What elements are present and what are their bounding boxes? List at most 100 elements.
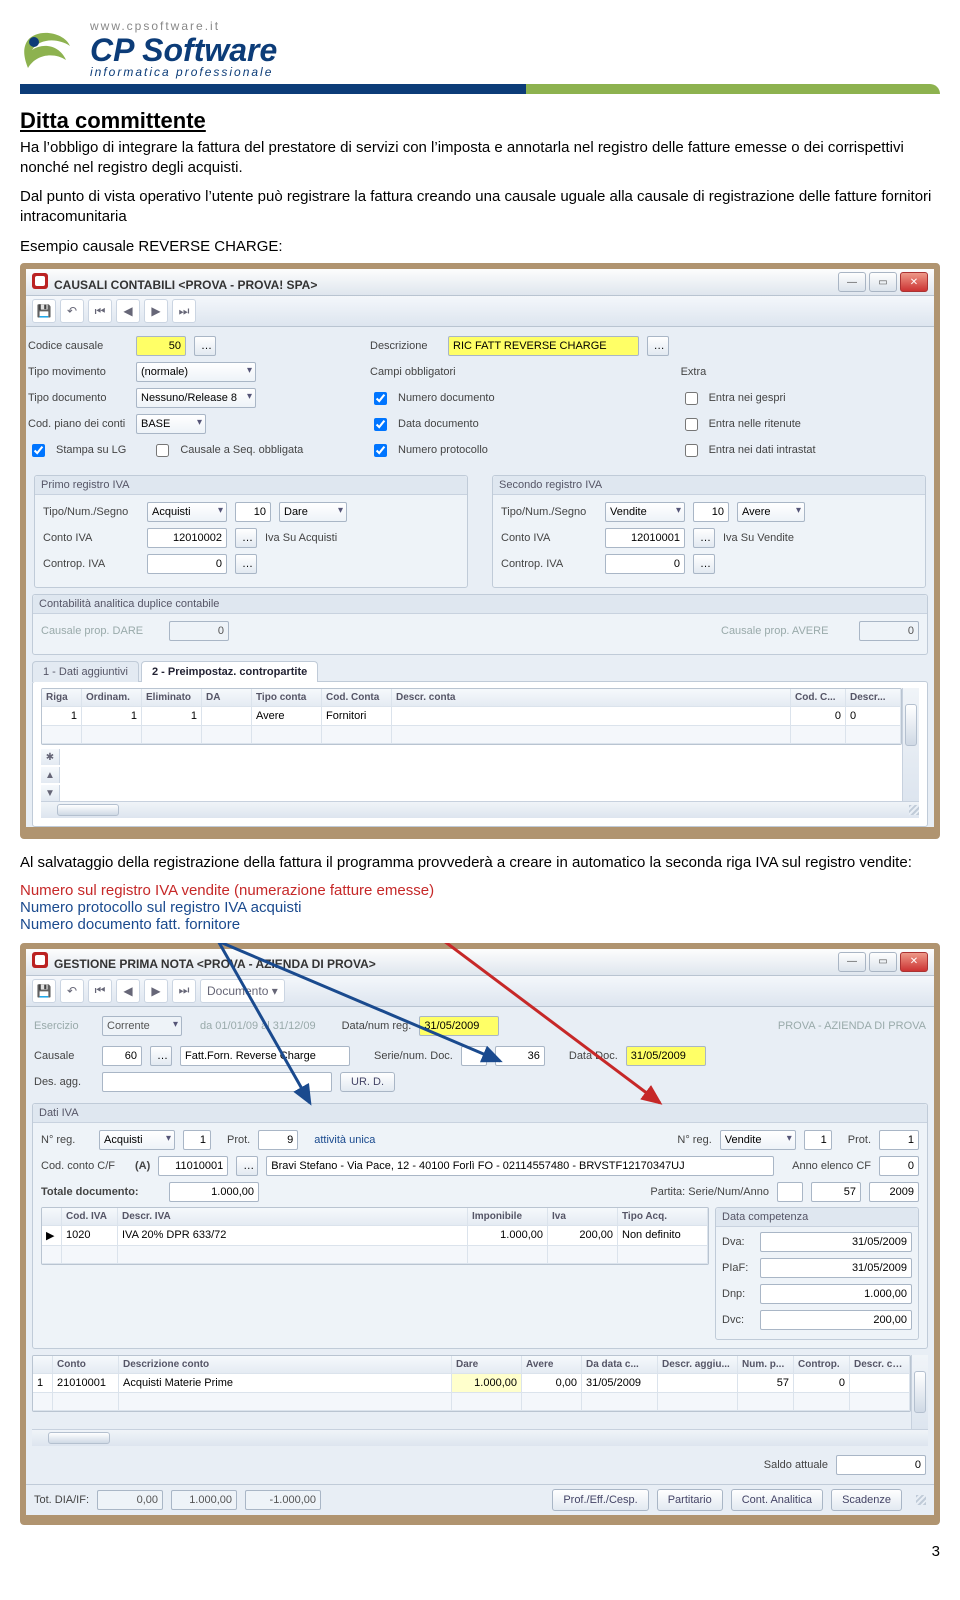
chk-entra-rit[interactable] xyxy=(685,418,698,431)
iva-grid-row[interactable]: ▶1020IVA 20% DPR 633/721.000,00200,00Non… xyxy=(42,1226,708,1246)
nreg-tipo-select[interactable] xyxy=(99,1130,175,1150)
toolbar-next-icon-2[interactable]: ▶ xyxy=(144,979,168,1003)
chk-num-prot[interactable] xyxy=(374,444,387,457)
anagrafica-input[interactable] xyxy=(266,1156,774,1176)
dnp-input[interactable] xyxy=(760,1284,912,1304)
grid-btn-down[interactable]: ▼ xyxy=(41,785,60,801)
chk-entra-intra[interactable] xyxy=(685,444,698,457)
data-reg-input[interactable] xyxy=(419,1016,499,1036)
toolbar-documento-menu[interactable]: Documento ▾ xyxy=(200,979,285,1003)
grid-btn-add[interactable]: ✱ xyxy=(41,749,60,765)
sec-segno-select[interactable] xyxy=(737,502,805,522)
conti-grid-row[interactable]: 121010001Acquisti Materie Prime1.000,000… xyxy=(33,1374,910,1393)
tab-preimpostaz[interactable]: 2 - Preimpostaz. contropartite xyxy=(141,661,318,682)
cod-piano-select[interactable] xyxy=(136,414,206,434)
btn-cont-analitica[interactable]: Cont. Analitica xyxy=(731,1489,823,1511)
close-button[interactable]: ✕ xyxy=(900,272,928,292)
primo-segno-select[interactable] xyxy=(279,502,347,522)
btn-prof-eff-cesp[interactable]: Prof./Eff./Cesp. xyxy=(552,1489,648,1511)
sec-num-input[interactable] xyxy=(693,502,729,522)
scrollbar-vertical-2[interactable] xyxy=(911,1355,928,1429)
chk-entra-gespri[interactable] xyxy=(685,392,698,405)
chk-data-doc[interactable] xyxy=(374,418,387,431)
codice-causale-lookup[interactable]: … xyxy=(194,336,216,356)
nreg-n-input[interactable] xyxy=(183,1130,211,1150)
toolbar-last-icon[interactable]: ⏭ xyxy=(172,299,196,323)
toolbar-save-icon-2[interactable]: 💾 xyxy=(32,979,56,1003)
primo-conto-lookup[interactable]: … xyxy=(235,528,257,548)
primo-num-input[interactable] xyxy=(235,502,271,522)
iva-grid-row-empty[interactable] xyxy=(42,1246,708,1264)
primo-controp-input[interactable] xyxy=(147,554,227,574)
toolbar-last-icon-2[interactable]: ⏭ xyxy=(172,979,196,1003)
saldo-input[interactable] xyxy=(836,1455,926,1475)
prot2-input[interactable] xyxy=(879,1130,919,1150)
conti-grid-row-empty[interactable] xyxy=(33,1393,910,1411)
chk-causale-seq[interactable] xyxy=(156,444,169,457)
sec-conto-input[interactable] xyxy=(605,528,685,548)
toolbar-save-icon[interactable]: 💾 xyxy=(32,299,56,323)
grid-row-empty[interactable] xyxy=(42,726,901,744)
toolbar-first-icon[interactable]: ⏮ xyxy=(88,299,112,323)
tab-dati-aggiuntivi[interactable]: 1 - Dati aggiuntivi xyxy=(32,661,139,682)
toolbar-prev-icon[interactable]: ◀ xyxy=(116,299,140,323)
nreg2-n-input[interactable] xyxy=(804,1130,832,1150)
urd-button[interactable]: UR. D. xyxy=(340,1072,395,1092)
sec-tipo-select[interactable] xyxy=(605,502,685,522)
primo-tipo-select[interactable] xyxy=(147,502,227,522)
toolbar-prev-icon-2[interactable]: ◀ xyxy=(116,979,140,1003)
totale-input[interactable] xyxy=(169,1182,259,1202)
maximize-button-2[interactable]: ▭ xyxy=(869,952,897,972)
scrollbar-horizontal-2[interactable] xyxy=(32,1429,928,1446)
grid-btn-up[interactable]: ▲ xyxy=(41,767,60,783)
descrizione-input[interactable] xyxy=(448,336,639,356)
descrizione-lookup[interactable]: … xyxy=(647,336,669,356)
toolbar-undo-icon[interactable]: ↶ xyxy=(60,299,84,323)
anno-elenco-input[interactable] xyxy=(879,1156,919,1176)
minimize-button[interactable]: — xyxy=(838,272,866,292)
causale-lookup-2[interactable]: … xyxy=(150,1046,172,1066)
partita-anno-input[interactable] xyxy=(869,1182,919,1202)
lbl-anno-elenco: Anno elenco CF xyxy=(792,1160,871,1172)
data-doc-input[interactable] xyxy=(626,1046,706,1066)
cod-conto-input[interactable] xyxy=(158,1156,228,1176)
serie-serie-input[interactable] xyxy=(461,1046,487,1066)
prot-input[interactable] xyxy=(258,1130,298,1150)
sec-controp-input[interactable] xyxy=(605,554,685,574)
partita-num-input[interactable] xyxy=(811,1182,861,1202)
dvc-input[interactable] xyxy=(760,1310,912,1330)
codice-causale-input[interactable] xyxy=(136,336,186,356)
toolbar-next-icon[interactable]: ▶ xyxy=(144,299,168,323)
resize-grip-icon-2[interactable] xyxy=(916,1495,926,1505)
toolbar-undo-icon-2[interactable]: ↶ xyxy=(60,979,84,1003)
des-agg-input[interactable] xyxy=(102,1072,332,1092)
primo-conto-input[interactable] xyxy=(147,528,227,548)
serie-num-input[interactable] xyxy=(495,1046,545,1066)
toolbar-first-icon-2[interactable]: ⏮ xyxy=(88,979,112,1003)
sec-controp-lookup[interactable]: … xyxy=(693,554,715,574)
lbl-entra-intra: Entra nei dati intrastat xyxy=(709,444,816,456)
nreg2-tipo-select[interactable] xyxy=(720,1130,796,1150)
tipo-doc-select[interactable] xyxy=(136,388,256,408)
scrollbar-horizontal[interactable] xyxy=(41,801,919,818)
lbl-cf: (A) xyxy=(135,1160,150,1172)
primo-controp-lookup[interactable]: … xyxy=(235,554,257,574)
cod-conto-lookup[interactable]: … xyxy=(236,1156,258,1176)
btn-scadenze[interactable]: Scadenze xyxy=(831,1489,902,1511)
btn-partitario[interactable]: Partitario xyxy=(657,1489,723,1511)
dva-input[interactable] xyxy=(760,1232,912,1252)
grid-row[interactable]: 111AvereFornitori00 xyxy=(42,707,901,726)
chk-num-doc[interactable] xyxy=(374,392,387,405)
causale-desc-input[interactable] xyxy=(180,1046,350,1066)
maximize-button[interactable]: ▭ xyxy=(869,272,897,292)
scrollbar-vertical[interactable] xyxy=(902,688,919,801)
partita-serie-input[interactable] xyxy=(777,1182,803,1202)
close-button-2[interactable]: ✕ xyxy=(900,952,928,972)
sec-conto-lookup[interactable]: … xyxy=(693,528,715,548)
resize-grip-icon[interactable] xyxy=(909,805,919,815)
tipo-mov-select[interactable] xyxy=(136,362,256,382)
causale-cod-input[interactable] xyxy=(102,1046,142,1066)
chk-stampa-lg[interactable] xyxy=(32,444,45,457)
piaf-input[interactable] xyxy=(760,1258,912,1278)
minimize-button-2[interactable]: — xyxy=(838,952,866,972)
